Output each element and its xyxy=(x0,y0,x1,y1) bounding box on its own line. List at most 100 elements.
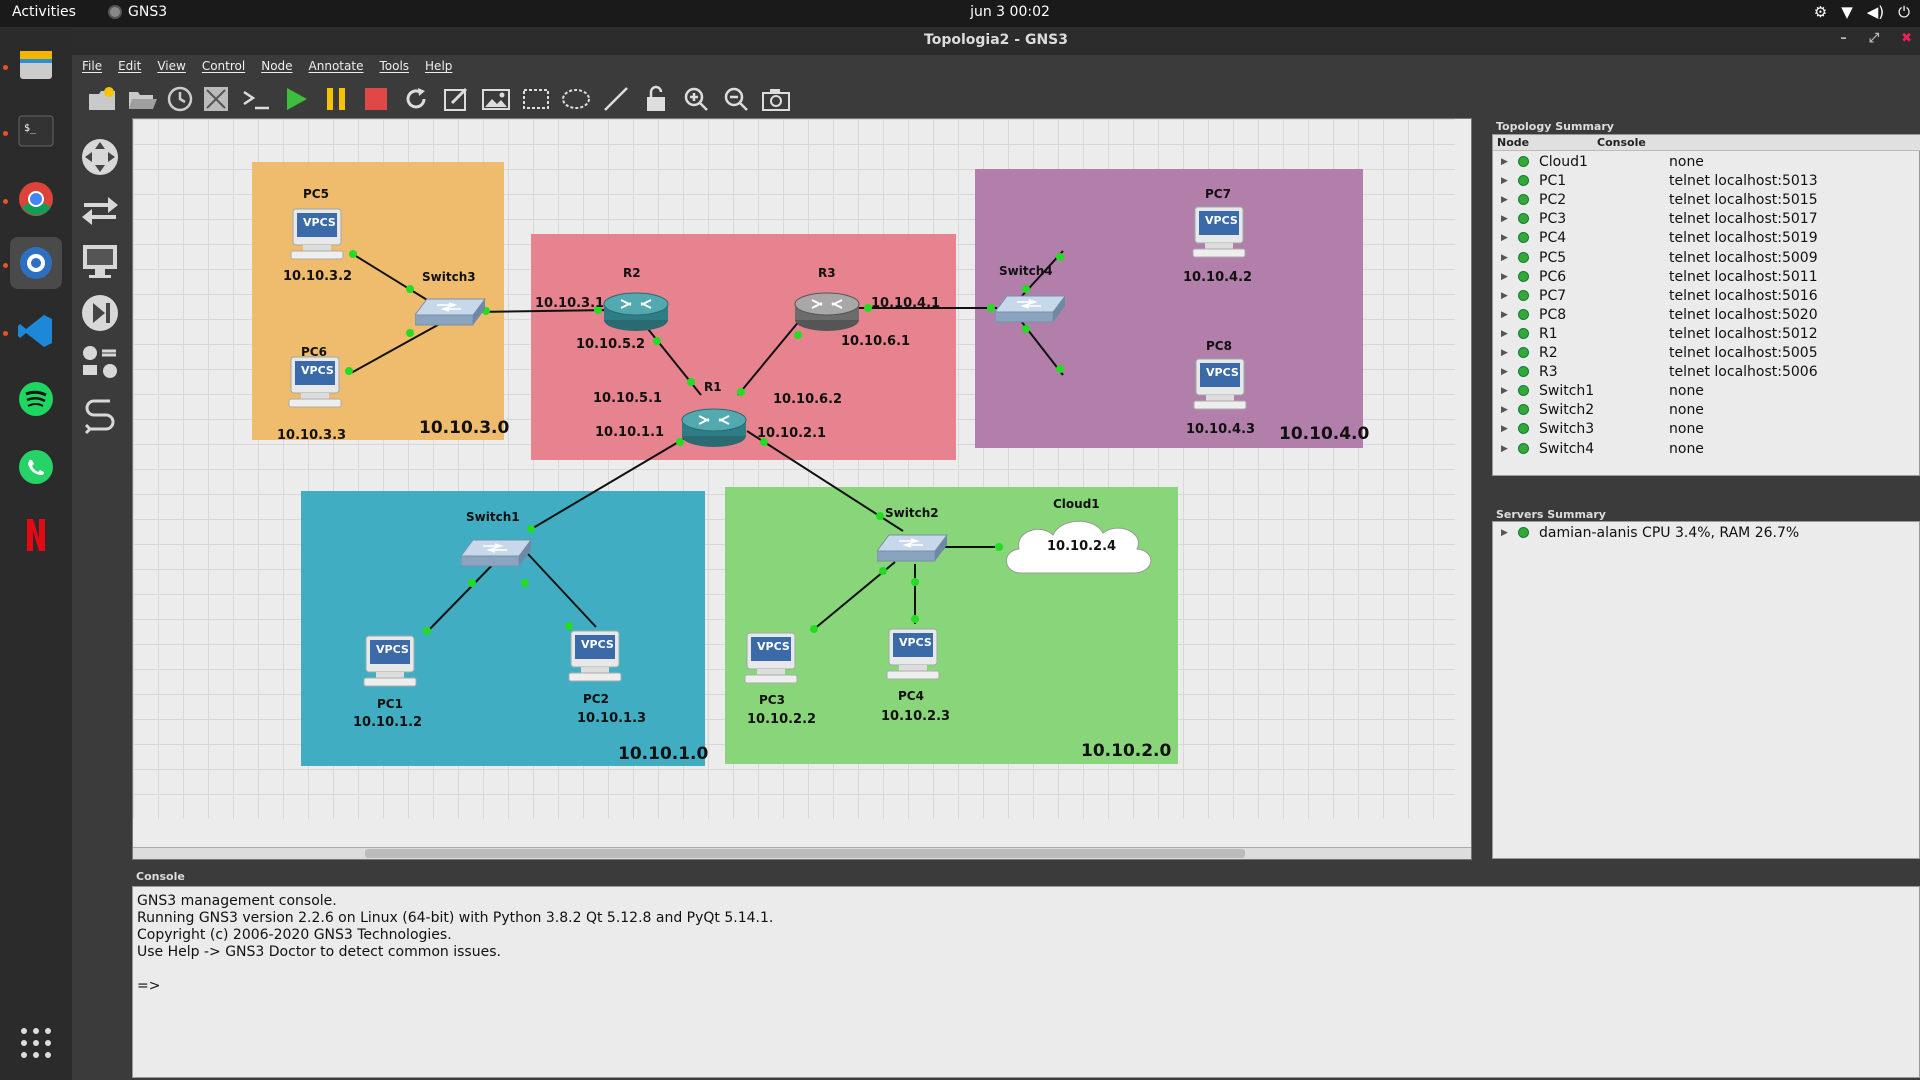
node-pc5[interactable]: VPCS xyxy=(285,207,349,267)
topology-row-pc3[interactable]: ▶ PC3 telnet localhost:5017 xyxy=(1493,210,1920,229)
node-switch3[interactable] xyxy=(414,293,487,333)
screenshot-icon[interactable] xyxy=(760,83,792,115)
reload-all-icon[interactable] xyxy=(400,83,432,115)
menu-help[interactable]: Help xyxy=(425,59,452,73)
spotify-icon[interactable] xyxy=(10,373,62,425)
console-all-icon[interactable] xyxy=(240,83,272,115)
maximize-button[interactable]: ⤢ xyxy=(1869,31,1879,46)
menu-view[interactable]: View xyxy=(157,59,185,73)
node-switch1[interactable] xyxy=(460,534,533,574)
vscode-icon[interactable] xyxy=(10,305,62,357)
node-pc6[interactable]: VPCS xyxy=(283,355,347,415)
expand-arrow-icon[interactable]: ▶ xyxy=(1501,528,1508,538)
insert-picture-icon[interactable] xyxy=(480,83,512,115)
close-button[interactable]: ✖ xyxy=(1901,31,1912,46)
browse-security-devices-icon[interactable] xyxy=(78,291,122,335)
menu-node[interactable]: Node xyxy=(261,59,292,73)
wifi-icon[interactable]: ▼ xyxy=(1841,3,1853,21)
chrome-icon[interactable] xyxy=(10,173,62,225)
topology-row-switch4[interactable]: ▶ Switch4 none xyxy=(1493,440,1920,459)
expand-arrow-icon[interactable]: ▶ xyxy=(1501,291,1508,301)
add-note-icon[interactable] xyxy=(440,83,472,115)
topology-row-r2[interactable]: ▶ R2 telnet localhost:5005 xyxy=(1493,344,1920,363)
topology-row-pc1[interactable]: ▶ PC1 telnet localhost:5013 xyxy=(1493,172,1920,191)
suspend-all-icon[interactable] xyxy=(320,83,352,115)
expand-arrow-icon[interactable]: ▶ xyxy=(1501,386,1508,396)
menu-annotate[interactable]: Annotate xyxy=(309,59,364,73)
expand-arrow-icon[interactable]: ▶ xyxy=(1501,424,1508,434)
start-all-icon[interactable] xyxy=(280,83,312,115)
horizontal-scroll-thumb[interactable] xyxy=(365,849,1245,858)
menu-file[interactable]: File xyxy=(82,59,102,73)
console-prompt[interactable]: => xyxy=(137,978,1915,995)
expand-arrow-icon[interactable]: ▶ xyxy=(1501,214,1508,224)
zoom-out-icon[interactable] xyxy=(720,83,752,115)
console-panel[interactable]: GNS3 management console. Running GNS3 ve… xyxy=(132,886,1920,1078)
node-pc3[interactable]: VPCS xyxy=(739,631,803,691)
expand-arrow-icon[interactable]: ▶ xyxy=(1501,329,1508,339)
topology-row-pc4[interactable]: ▶ PC4 telnet localhost:5019 xyxy=(1493,229,1920,248)
show-interface-labels-icon[interactable] xyxy=(200,83,232,115)
lock-items-icon[interactable] xyxy=(640,83,672,115)
whatsapp-icon[interactable] xyxy=(10,441,62,493)
topology-row-r3[interactable]: ▶ R3 telnet localhost:5006 xyxy=(1493,363,1920,382)
draw-rectangle-icon[interactable] xyxy=(520,83,552,115)
node-switch4[interactable] xyxy=(994,290,1067,330)
node-switch2[interactable] xyxy=(876,529,949,569)
expand-arrow-icon[interactable]: ▶ xyxy=(1501,405,1508,415)
show-apps-icon[interactable] xyxy=(10,1017,62,1069)
node-pc1[interactable]: VPCS xyxy=(358,634,422,694)
volume-icon[interactable]: ◀) xyxy=(1867,3,1884,21)
gns3-dock-icon[interactable] xyxy=(10,237,62,289)
menu-edit[interactable]: Edit xyxy=(118,59,141,73)
expand-arrow-icon[interactable]: ▶ xyxy=(1501,348,1508,358)
topology-row-pc6[interactable]: ▶ PC6 telnet localhost:5011 xyxy=(1493,268,1920,287)
window-titlebar[interactable]: Topologia2 - GNS3 – ⤢ ✖ xyxy=(72,27,1920,55)
add-link-icon[interactable] xyxy=(78,393,122,437)
topology-row-pc2[interactable]: ▶ PC2 telnet localhost:5015 xyxy=(1493,191,1920,210)
new-project-icon[interactable] xyxy=(86,83,118,115)
node-pc2[interactable]: VPCS xyxy=(563,629,627,689)
system-tray[interactable]: ⚙ ▼ ◀) ⏻ xyxy=(1814,3,1910,21)
expand-arrow-icon[interactable]: ▶ xyxy=(1501,157,1508,167)
node-pc7[interactable]: VPCS xyxy=(1187,205,1251,265)
node-r2[interactable] xyxy=(601,288,671,338)
expand-arrow-icon[interactable]: ▶ xyxy=(1501,233,1508,243)
topology-row-switch1[interactable]: ▶ Switch1 none xyxy=(1493,382,1920,401)
menu-control[interactable]: Control xyxy=(202,59,245,73)
node-pc4[interactable]: VPCS xyxy=(881,627,945,687)
expand-arrow-icon[interactable]: ▶ xyxy=(1501,176,1508,186)
topology-row-switch2[interactable]: ▶ Switch2 none xyxy=(1493,401,1920,420)
column-header-node[interactable]: Node xyxy=(1497,136,1529,149)
clock[interactable]: jun 3 00:02 xyxy=(930,4,1090,20)
node-pc8[interactable]: VPCS xyxy=(1188,357,1252,417)
browse-switches-icon[interactable] xyxy=(78,187,122,231)
browse-all-devices-icon[interactable] xyxy=(78,341,122,385)
files-icon[interactable] xyxy=(10,39,62,91)
draw-ellipse-icon[interactable] xyxy=(560,83,592,115)
minimize-button[interactable]: – xyxy=(1840,31,1847,46)
terminal-icon[interactable]: $_ xyxy=(10,105,62,157)
topology-row-switch3[interactable]: ▶ Switch3 none xyxy=(1493,420,1920,439)
horizontal-scrollbar[interactable] xyxy=(133,847,1471,859)
netflix-icon[interactable] xyxy=(10,509,62,561)
snapshot-icon[interactable] xyxy=(164,83,196,115)
topology-row-pc5[interactable]: ▶ PC5 telnet localhost:5009 xyxy=(1493,249,1920,268)
activities-button[interactable]: Activities xyxy=(12,4,76,20)
draw-line-icon[interactable] xyxy=(600,83,632,115)
topology-row-pc8[interactable]: ▶ PC8 telnet localhost:5020 xyxy=(1493,306,1920,325)
settings-icon[interactable]: ⚙ xyxy=(1814,3,1827,21)
expand-arrow-icon[interactable]: ▶ xyxy=(1501,367,1508,377)
topology-canvas[interactable]: 10.10.3.0 10.10.4.0 10.10.1.0 10.10.2.0 xyxy=(132,118,1472,860)
expand-arrow-icon[interactable]: ▶ xyxy=(1501,310,1508,320)
canvas-grid[interactable]: 10.10.3.0 10.10.4.0 10.10.1.0 10.10.2.0 xyxy=(133,119,1455,819)
open-project-icon[interactable] xyxy=(126,83,158,115)
power-icon[interactable]: ⏻ xyxy=(1898,3,1910,21)
node-r1[interactable] xyxy=(679,404,749,454)
topology-row-r1[interactable]: ▶ R1 telnet localhost:5012 xyxy=(1493,325,1920,344)
menu-tools[interactable]: Tools xyxy=(379,59,409,73)
expand-arrow-icon[interactable]: ▶ xyxy=(1501,272,1508,282)
stop-all-icon[interactable] xyxy=(360,83,392,115)
expand-arrow-icon[interactable]: ▶ xyxy=(1501,195,1508,205)
server-row[interactable]: ▶ damian-alanis CPU 3.4%, RAM 26.7% xyxy=(1493,524,1920,543)
